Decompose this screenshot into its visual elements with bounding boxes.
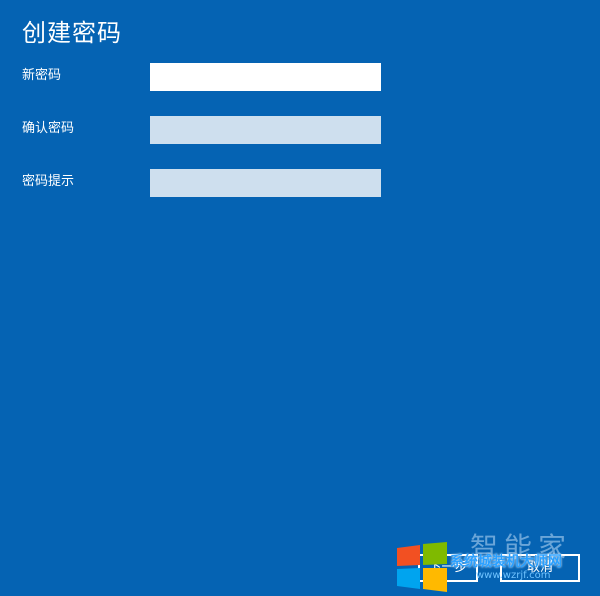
new-password-field[interactable] bbox=[150, 63, 381, 91]
new-password-row: 新密码 bbox=[0, 63, 600, 91]
confirm-password-field[interactable] bbox=[150, 116, 381, 144]
password-hint-field[interactable] bbox=[150, 169, 381, 197]
next-button[interactable]: 下一步 bbox=[418, 554, 478, 582]
dialog-footer: 下一步 取消 智能家 系统城装机大师网 www.wzrjf.com bbox=[0, 531, 600, 596]
password-hint-label: 密码提示 bbox=[22, 174, 75, 189]
confirm-password-row: 确认密码 bbox=[0, 116, 600, 144]
password-hint-row: 密码提示 bbox=[0, 169, 600, 197]
cancel-button[interactable]: 取消 bbox=[500, 554, 580, 582]
confirm-password-label: 确认密码 bbox=[22, 121, 75, 136]
new-password-label: 新密码 bbox=[22, 68, 62, 83]
page-title: 创建密码 bbox=[22, 19, 122, 47]
